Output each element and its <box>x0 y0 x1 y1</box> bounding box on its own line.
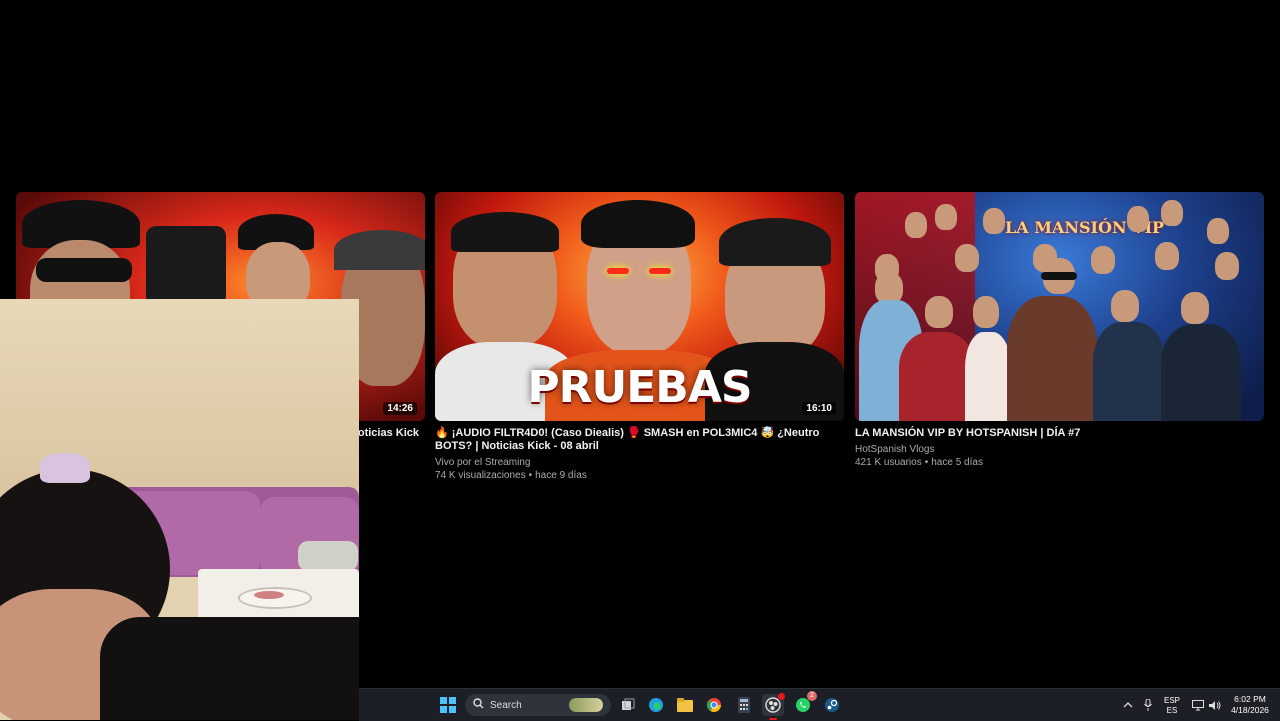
person-shirt <box>965 332 1011 421</box>
person-shirt <box>1007 296 1097 421</box>
person-face <box>1155 242 1179 270</box>
keyboard-layout: ES <box>1166 706 1178 715</box>
obs-icon[interactable] <box>762 693 785 720</box>
volume-icon[interactable] <box>1203 694 1225 716</box>
upload-age: hace 5 días <box>931 457 983 468</box>
person-face <box>1215 252 1239 280</box>
person-face <box>935 204 957 230</box>
person-face <box>905 212 927 238</box>
language-indicator[interactable]: ESP ES <box>1160 696 1184 716</box>
chrome-icon[interactable] <box>703 694 725 716</box>
glowing-eye <box>607 268 629 274</box>
person-face <box>983 208 1005 234</box>
person-face <box>973 296 999 328</box>
thumbnail-text: PRUEBAS <box>527 362 752 413</box>
clock-date: 4/18/2026 <box>1231 705 1269 715</box>
language-code: ESP <box>1163 696 1180 705</box>
person-headphones <box>719 218 831 266</box>
search-icon <box>473 698 484 712</box>
sunglasses <box>1041 272 1077 280</box>
windows-start-icon[interactable] <box>437 694 459 716</box>
calculator-icon[interactable] <box>733 694 755 716</box>
windows-taskbar: Search 2 ESP ES 6:02 PM 4/18/2026 <box>359 688 1280 721</box>
webcam-overlay <box>0 299 359 720</box>
video-title[interactable]: LA MANSIÓN VIP BY HOTSPANISH | DÍA #7 <box>855 427 1264 440</box>
taskbar-search[interactable]: Search <box>465 694 611 716</box>
person-face <box>1111 290 1139 322</box>
upload-age: hace 9 días <box>535 470 587 481</box>
channel-name[interactable]: Vivo por el Streaming <box>435 456 844 469</box>
person-face <box>1161 200 1183 226</box>
person-face <box>1207 218 1229 244</box>
person-shirt <box>899 332 975 421</box>
person-hair <box>334 230 425 270</box>
view-count: 74 K visualizaciones <box>435 470 526 481</box>
whatsapp-icon[interactable]: 2 <box>792 691 817 716</box>
video-card-2[interactable]: PRUEBAS 16:10 🔥 ¡AUDIO FILTR4D0! (Caso D… <box>435 192 844 482</box>
notification-badge: 2 <box>807 691 817 701</box>
food <box>254 591 284 599</box>
video-duration: 16:10 <box>802 402 836 415</box>
glowing-eye <box>649 268 671 274</box>
steam-icon[interactable] <box>821 694 843 716</box>
chevron-up-icon[interactable] <box>1117 694 1139 716</box>
video-thumbnail[interactable]: LA MANSIÓN VIP <box>855 192 1264 421</box>
video-stats: 421 K usuarios • hace 5 días <box>855 457 983 468</box>
person-hair <box>581 200 695 248</box>
microphone-icon[interactable] <box>1137 694 1159 716</box>
person-face <box>1091 246 1115 274</box>
person-hair <box>451 212 559 252</box>
search-highlight-image <box>569 698 603 712</box>
person-shirt <box>1093 322 1165 421</box>
person-shirt <box>1161 324 1241 421</box>
channel-name[interactable]: HotSpanish Vlogs <box>855 443 1264 456</box>
video-duration: 14:26 <box>383 402 417 415</box>
video-stats: 74 K visualizaciones • hace 9 días <box>435 470 587 481</box>
person-shirt <box>100 617 359 720</box>
edge-icon[interactable] <box>645 694 667 716</box>
gaming-chair <box>146 226 226 306</box>
hair-clip <box>40 453 90 483</box>
person-face <box>1127 206 1149 232</box>
video-card-3[interactable]: LA MANSIÓN VIP LA MANSIÓN VIP BY HOTSPAN… <box>855 192 1264 469</box>
clock-time: 6:02 PM <box>1234 694 1266 704</box>
sunglasses <box>36 258 132 282</box>
video-thumbnail[interactable]: PRUEBAS 16:10 <box>435 192 844 421</box>
task-view-icon[interactable] <box>617 694 639 716</box>
view-count: 421 K usuarios <box>855 457 922 468</box>
pillow <box>298 541 358 571</box>
file-explorer-icon[interactable] <box>674 694 696 716</box>
recording-badge <box>778 693 785 700</box>
person-face <box>925 296 953 328</box>
search-placeholder: Search <box>490 699 522 711</box>
person-face <box>955 244 979 272</box>
clock[interactable]: 6:02 PM 4/18/2026 <box>1225 694 1275 716</box>
person-face <box>1181 292 1209 324</box>
video-title[interactable]: 🔥 ¡AUDIO FILTR4D0! (Caso Diealis) 🥊 SMAS… <box>435 427 844 453</box>
